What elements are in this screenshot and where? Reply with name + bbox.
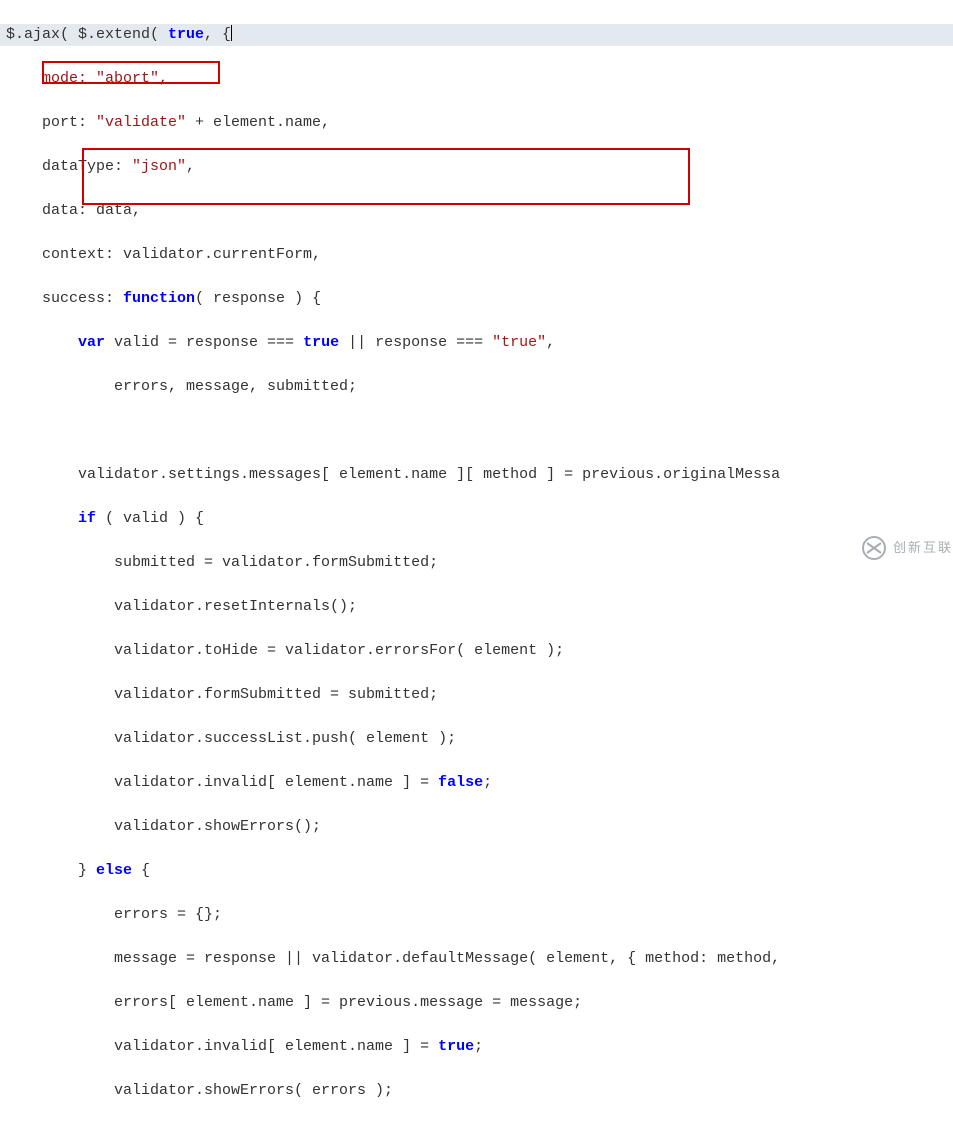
code-line: validator.successList.push( element );	[6, 728, 947, 750]
code-text: ,	[546, 334, 555, 351]
keyword: true	[303, 334, 339, 351]
keyword: var	[78, 334, 105, 351]
code-text: ( valid ) {	[96, 510, 204, 527]
code-line: validator.invalid[ element.name ] = true…	[6, 1036, 947, 1058]
string-literal: "true"	[492, 334, 546, 351]
code-line	[6, 420, 947, 442]
code-line: }	[6, 1124, 947, 1126]
code-text: dataType:	[6, 158, 132, 175]
code-text: ,	[186, 158, 195, 175]
code-line: validator.resetInternals();	[6, 596, 947, 618]
keyword: if	[78, 510, 96, 527]
code-text: validator.invalid[ element.name ] =	[6, 774, 438, 791]
code-line: validator.showErrors( errors );	[6, 1080, 947, 1102]
code-line: validator.invalid[ element.name ] = fals…	[6, 772, 947, 794]
code-text	[6, 334, 78, 351]
watermark-logo-icon	[859, 535, 889, 561]
code-text: message = response || validator.defaultM…	[6, 950, 780, 967]
keyword: true	[168, 26, 204, 43]
code-text: errors, message, submitted;	[6, 378, 357, 395]
code-text: validator.formSubmitted = submitted;	[6, 686, 438, 703]
code-text: validator.settings.messages[ element.nam…	[6, 466, 780, 483]
code-text: validator.showErrors( errors );	[6, 1082, 393, 1099]
code-line: $.ajax( $.extend( true, {	[0, 24, 953, 46]
code-text: validator.showErrors();	[6, 818, 321, 835]
keyword: false	[438, 774, 483, 791]
watermark-text: 创新互联	[893, 537, 953, 559]
code-text: {	[132, 862, 150, 879]
code-line: port: "validate" + element.name,	[6, 112, 947, 134]
string-literal: "json"	[132, 158, 186, 175]
code-text: data: data,	[6, 202, 141, 219]
code-text: ;	[483, 774, 492, 791]
code-line: data: data,	[6, 200, 947, 222]
keyword: function	[123, 290, 195, 307]
code-editor: $.ajax( $.extend( true, { mode: "abort",…	[0, 0, 953, 1126]
code-text: validator.toHide = validator.errorsFor( …	[6, 642, 564, 659]
code-text: ( response ) {	[195, 290, 321, 307]
code-text: , {	[204, 26, 231, 43]
code-line: validator.showErrors();	[6, 816, 947, 838]
code-line: validator.settings.messages[ element.nam…	[6, 464, 947, 486]
code-text: validator.invalid[ element.name ] =	[6, 1038, 438, 1055]
code-line: errors = {};	[6, 904, 947, 926]
code-text: port:	[6, 114, 96, 131]
code-line: validator.toHide = validator.errorsFor( …	[6, 640, 947, 662]
code-text: errors[ element.name ] = previous.messag…	[6, 994, 582, 1011]
code-text	[6, 510, 78, 527]
string-literal: "validate"	[96, 114, 186, 131]
code-line: success: function( response ) {	[6, 288, 947, 310]
code-line: mode: "abort",	[6, 68, 947, 90]
code-line: message = response || validator.defaultM…	[6, 948, 947, 970]
watermark: 创新互联	[859, 535, 953, 561]
code-text: + element.name,	[186, 114, 330, 131]
code-text: }	[6, 862, 96, 879]
code-line: validator.formSubmitted = submitted;	[6, 684, 947, 706]
code-line: errors[ element.name ] = previous.messag…	[6, 992, 947, 1014]
cursor-icon	[231, 25, 232, 41]
code-text: success:	[6, 290, 123, 307]
code-text: $.ajax( $.extend(	[6, 26, 168, 43]
code-line: dataType: "json",	[6, 156, 947, 178]
keyword: true	[438, 1038, 474, 1055]
code-line: errors, message, submitted;	[6, 376, 947, 398]
keyword: else	[96, 862, 132, 879]
code-line: submitted = validator.formSubmitted;	[6, 552, 947, 574]
code-text: validator.resetInternals();	[6, 598, 357, 615]
code-text: context: validator.currentForm,	[6, 246, 321, 263]
code-text: validator.successList.push( element );	[6, 730, 456, 747]
code-line: if ( valid ) {	[6, 508, 947, 530]
code-line: } else {	[6, 860, 947, 882]
code-text: valid = response ===	[105, 334, 303, 351]
code-text: || response ===	[339, 334, 492, 351]
code-line: var valid = response === true || respons…	[6, 332, 947, 354]
code-text: mode: "abort",	[6, 70, 168, 87]
code-text: ;	[474, 1038, 483, 1055]
code-line: context: validator.currentForm,	[6, 244, 947, 266]
code-text: errors = {};	[6, 906, 222, 923]
